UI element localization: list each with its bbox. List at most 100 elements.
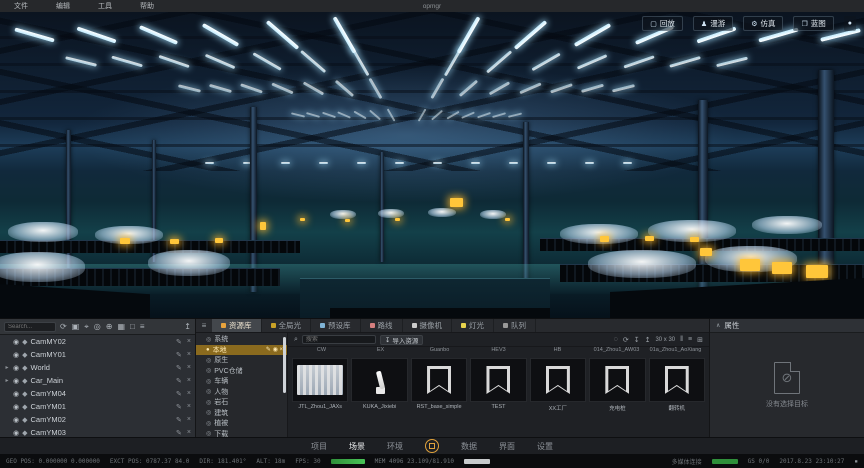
asset-tab-5[interactable]: 灯光: [452, 319, 494, 332]
asset-tab-6[interactable]: 队列: [494, 319, 536, 332]
edit-icon[interactable]: ✎: [176, 338, 182, 346]
asset-tab-1[interactable]: 全局光: [262, 319, 312, 332]
duplicate-icon[interactable]: ▣: [72, 323, 80, 331]
folder-item-0[interactable]: ◎系统: [196, 334, 287, 345]
camera-icon[interactable]: ◎: [94, 323, 101, 331]
menu-item-2[interactable]: 工具: [84, 1, 126, 11]
nav-item-r-0[interactable]: 数据: [461, 441, 477, 452]
tree-row[interactable]: ◉◆CamMY01✎×: [0, 348, 195, 361]
upload-icon[interactable]: ↥: [645, 336, 651, 344]
folder-scrollbar[interactable]: [283, 337, 286, 393]
simulate-button[interactable]: ⚙仿真: [743, 16, 783, 31]
asset-item[interactable]: RST_base_simple: [411, 358, 467, 437]
menu-item-0[interactable]: 文件: [0, 1, 42, 11]
asset-item[interactable]: TEST: [470, 358, 526, 437]
menu-item-1[interactable]: 编辑: [42, 1, 84, 11]
edit-icon[interactable]: ✎: [176, 364, 182, 372]
blueprint-button[interactable]: ❐蓝图: [793, 16, 833, 31]
pause-view-icon[interactable]: ‖: [680, 336, 683, 343]
visibility-eye-icon[interactable]: ◉: [13, 338, 19, 346]
asset-item[interactable]: 充电桩: [589, 358, 645, 437]
asset-tab-3[interactable]: 路线: [361, 319, 403, 332]
visibility-eye-icon[interactable]: ◉: [13, 351, 19, 359]
refresh-icon[interactable]: ⟳: [60, 323, 67, 331]
delete-icon[interactable]: ×: [187, 364, 191, 372]
visibility-eye-icon[interactable]: ◉: [13, 403, 19, 411]
delete-icon[interactable]: ×: [187, 390, 191, 398]
tree-row[interactable]: ◉◆CamYM01✎×: [0, 400, 195, 413]
visibility-eye-icon[interactable]: ◉: [13, 416, 19, 424]
menu-item-3[interactable]: 帮助: [126, 1, 168, 11]
asset-tab-2[interactable]: 预设库: [311, 319, 361, 332]
frame-icon[interactable]: □: [130, 323, 135, 331]
bookmark-placeholder-icon: [427, 366, 451, 394]
focus-icon[interactable]: ⌖: [84, 323, 89, 331]
folder-item-3[interactable]: ◎PVC仓储: [196, 366, 287, 377]
folder-item-7[interactable]: ◎建筑: [196, 408, 287, 419]
list-view-icon[interactable]: ≡: [688, 336, 692, 343]
add-icon[interactable]: ⊕: [106, 323, 113, 331]
playback-button[interactable]: ▢回放: [642, 16, 683, 31]
folder-item-1[interactable]: ●本地✎ ◉ ×: [196, 345, 287, 356]
delete-icon[interactable]: ×: [187, 416, 191, 424]
expand-caret-icon[interactable]: ▸: [4, 364, 10, 371]
delete-icon[interactable]: ×: [187, 338, 191, 346]
tree-row[interactable]: ◉◆CamYM03✎×: [0, 426, 195, 437]
visibility-eye-icon[interactable]: ◉: [13, 377, 19, 385]
tree-row[interactable]: ◉◆CamYM02✎×: [0, 413, 195, 426]
asset-search-input[interactable]: [302, 335, 376, 344]
message-icon[interactable]: ●: [844, 16, 856, 31]
visibility-eye-icon[interactable]: ◉: [13, 390, 19, 398]
notification-icon[interactable]: ▪: [854, 458, 858, 465]
asset-item[interactable]: XX工厂: [530, 358, 586, 437]
folder-item-4[interactable]: ◎车辆: [196, 376, 287, 387]
folder-item-9[interactable]: ◎下载: [196, 429, 287, 440]
delete-icon[interactable]: ×: [187, 351, 191, 359]
edit-icon[interactable]: ✎: [176, 351, 182, 359]
group-icon[interactable]: ▦: [117, 323, 125, 331]
roam-button[interactable]: ♟漫游: [693, 16, 733, 31]
asset-tab-4[interactable]: 摄像机: [403, 319, 453, 332]
edit-icon[interactable]: ✎: [176, 377, 182, 385]
hierarchy-search-input[interactable]: [4, 322, 56, 332]
visibility-eye-icon[interactable]: ◉: [13, 429, 19, 437]
tree-row[interactable]: ▸◉◆World✎×: [0, 361, 195, 374]
visibility-eye-icon[interactable]: ◉: [13, 364, 19, 372]
tree-row[interactable]: ▸◉◆Car_Main✎×: [0, 374, 195, 387]
asset-item[interactable]: KUKA_Jixiebi: [351, 358, 407, 437]
edit-icon[interactable]: ✎: [266, 347, 273, 353]
folder-item-5[interactable]: ◎人物: [196, 387, 287, 398]
edit-icon[interactable]: ✎: [176, 429, 182, 437]
edit-icon[interactable]: ✎: [176, 416, 182, 424]
folder-item-8[interactable]: ◎植被: [196, 418, 287, 429]
asset-item[interactable]: JTL_Zhou1_JAXs: [292, 358, 348, 437]
edit-icon[interactable]: ✎: [176, 403, 182, 411]
tree-row[interactable]: ◉◆CamMY02✎×: [0, 335, 195, 348]
export-icon[interactable]: ↥: [184, 323, 191, 331]
import-resource-button[interactable]: ↧ 导入资源: [380, 335, 423, 345]
asset-tab-0[interactable]: 资源库: [212, 319, 262, 332]
delete-icon[interactable]: ×: [187, 429, 191, 437]
download-icon[interactable]: ↧: [634, 336, 640, 344]
app-logo-icon[interactable]: [425, 439, 439, 453]
nav-item-r-1[interactable]: 界面: [499, 441, 515, 452]
nav-item-r-2[interactable]: 设置: [537, 441, 553, 452]
expand-caret-icon[interactable]: ▸: [4, 377, 10, 384]
tree-row[interactable]: ◉◆CamYM04✎×: [0, 387, 195, 400]
nav-item-2[interactable]: 环境: [387, 441, 403, 452]
properties-header[interactable]: ∧ 属性: [710, 319, 864, 333]
refresh-icon[interactable]: ⟳: [623, 336, 629, 344]
edit-icon[interactable]: ✎: [176, 390, 182, 398]
viewport-3d[interactable]: ▢回放 ♟漫游 ⚙仿真 ❐蓝图 ●: [0, 12, 864, 318]
folder-item-2[interactable]: ◎原生: [196, 355, 287, 366]
delete-icon[interactable]: ×: [187, 403, 191, 411]
delete-icon[interactable]: ×: [187, 377, 191, 385]
folder-item-6[interactable]: ◎岩石: [196, 397, 287, 408]
list-icon[interactable]: ≡: [140, 323, 145, 331]
asset-item[interactable]: 翻转机: [649, 358, 705, 437]
panel-menu-icon[interactable]: ≡: [196, 319, 212, 332]
delete-icon[interactable]: ◌: [614, 336, 618, 343]
grid-view-icon[interactable]: ⊞: [697, 336, 703, 344]
nav-item-0[interactable]: 项目: [311, 441, 327, 452]
nav-item-1[interactable]: 场景: [349, 441, 365, 452]
